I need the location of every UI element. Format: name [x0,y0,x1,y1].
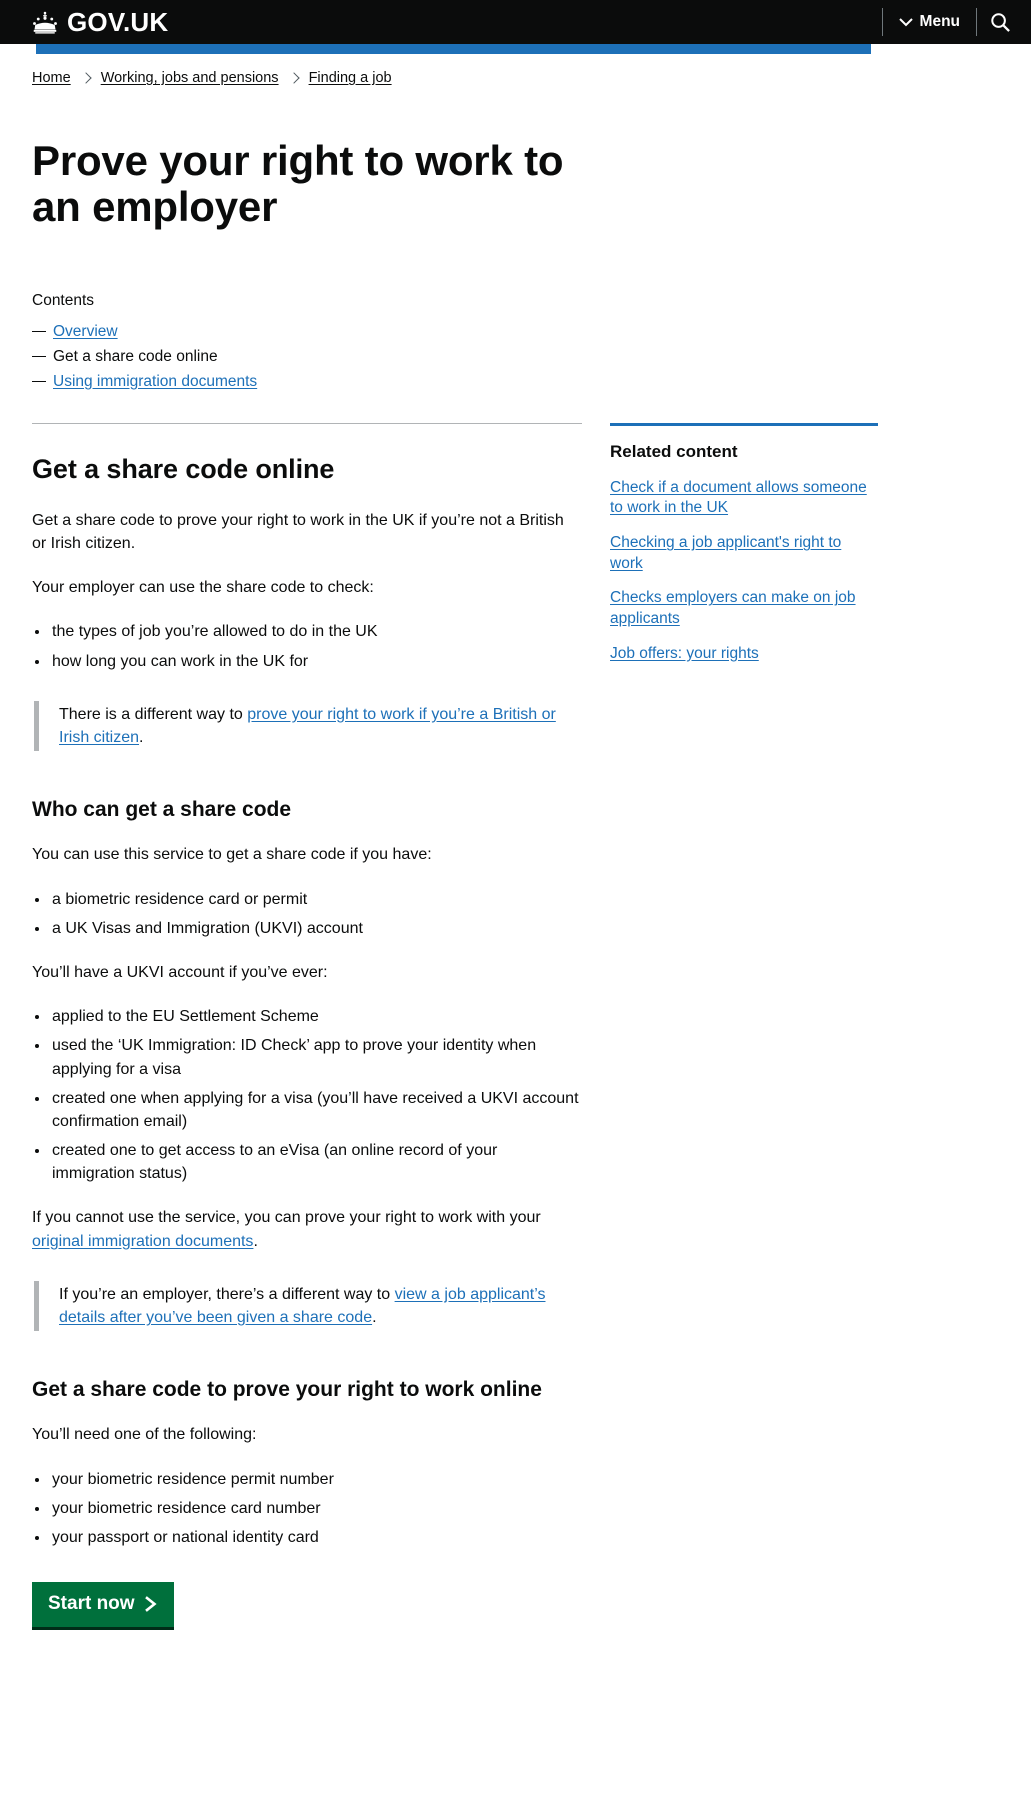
brand-name: GOV.UK [67,7,169,37]
related-link-checking-job-applicant-right-to-work[interactable]: Checking a job applicant's right to work [610,533,878,574]
list-item: created one to get access to an eVisa (a… [50,1139,582,1185]
breadcrumb-item-home[interactable]: Home [32,70,71,86]
menu-label: Menu [919,13,960,30]
inset-one-after: . [139,729,144,747]
ukvi-lead-paragraph: You’ll have a UKVI account if you’ve eve… [32,963,328,981]
related-link-checks-employers-can-make[interactable]: Checks employers can make on job applica… [610,588,878,629]
chevron-down-icon [898,17,913,26]
dash-icon [32,355,46,357]
search-button[interactable] [977,0,1023,44]
related-content-panel: Related content Check if a document allo… [610,422,878,665]
who-can-get-list: a biometric residence card or permit a U… [32,888,582,940]
breadcrumb-separator-icon [287,70,300,86]
breadcrumb-item-finding-a-job[interactable]: Finding a job [309,70,392,86]
contents-link-overview[interactable]: Overview [53,319,118,344]
link-original-immigration-documents[interactable]: original immigration documents [32,1233,253,1250]
inset-two-after: . [372,1309,377,1327]
breadcrumb-separator-icon [80,70,92,86]
dash-icon [32,330,46,332]
list-item: how long you can work in the UK for [50,650,582,673]
start-now-button[interactable]: Start now [32,1582,174,1631]
related-content-heading: Related content [610,441,738,461]
main-content: Get a share code online Get a share code… [32,422,582,1631]
ukvi-account-list: applied to the EU Settlement Scheme used… [32,1005,582,1185]
list-item: Checks employers can make on job applica… [610,588,878,629]
contents-current-page: Get a share code online [53,347,218,365]
related-link-job-offers-your-rights[interactable]: Job offers: your rights [610,644,759,665]
list-item: created one when applying for a visa (yo… [50,1087,582,1133]
contents-nav: Contents Overview Get a share code onlin… [32,292,592,394]
subheading-get-share-code-online: Get a share code to prove your right to … [32,1378,542,1402]
contents-label: Contents [32,291,95,309]
brand-blue-bar [36,44,871,54]
list-item: your biometric residence card number [50,1497,582,1520]
list-item: a UK Visas and Immigration (UKVI) accoun… [50,917,582,940]
contents-item-using-immigration-documents: Using immigration documents [32,369,592,394]
inset-text-employer: If you’re an employer, there’s a differe… [34,1280,582,1332]
list-item: Job offers: your rights [610,644,878,665]
required-documents-list: your biometric residence permit number y… [32,1468,582,1550]
list-item: your passport or national identity card [50,1526,582,1549]
menu-button[interactable]: Menu [883,0,976,44]
list-item: the types of job you’re allowed to do in… [50,620,582,643]
crown-icon [33,11,57,34]
contents-item-overview: Overview [32,319,592,344]
subheading-who-can-get-a-share-code: Who can get a share code [32,798,292,822]
search-icon [990,12,1010,32]
employer-check-lead: Your employer can use the share code to … [32,579,374,597]
govuk-logo-link[interactable]: GOV.UK [30,9,168,35]
breadcrumb: Home Working, jobs and pensions Finding … [32,54,999,96]
site-header: GOV.UK Menu [0,0,1031,44]
need-lead-paragraph: You’ll need one of the following: [32,1426,257,1444]
inset-two-before: If you’re an employer, there’s a differe… [59,1285,395,1303]
list-item: Checking a job applicant's right to work [610,533,878,574]
cannot-use-before: If you cannot use the service, you can p… [32,1209,541,1227]
page-title: Prove your right to work to an employer [32,137,564,230]
start-now-label: Start now [48,1593,135,1615]
related-link-check-document-allows-work[interactable]: Check if a document allows someone to wo… [610,478,878,519]
dash-icon [32,380,46,382]
breadcrumb-item-working-jobs-and-pensions[interactable]: Working, jobs and pensions [101,70,279,86]
section-heading-get-a-share-code-online: Get a share code online [32,453,335,484]
contents-item-get-a-share-code-online: Get a share code online [32,344,592,369]
list-item: applied to the EU Settlement Scheme [50,1005,582,1028]
cannot-use-after: . [253,1232,258,1250]
list-item: used the ‘UK Immigration: ID Check’ app … [50,1034,582,1080]
list-item: your biometric residence permit number [50,1468,582,1491]
arrow-right-icon [144,1596,157,1612]
header-actions: Menu [881,0,1023,44]
who-lead-paragraph: You can use this service to get a share … [32,846,432,864]
employer-check-list: the types of job you’re allowed to do in… [32,620,582,672]
list-item: a biometric residence card or permit [50,888,582,911]
list-item: Check if a document allows someone to wo… [610,478,878,519]
sidebar: Related content Check if a document allo… [610,422,878,1630]
inset-one-before: There is a different way to [59,705,248,723]
inset-text-british-or-irish: There is a different way to prove your r… [34,700,582,752]
cannot-use-paragraph: If you cannot use the service, you can p… [32,1206,582,1252]
intro-paragraph: Get a share code to prove your right to … [32,511,564,553]
contents-link-using-immigration-documents[interactable]: Using immigration documents [53,369,257,394]
